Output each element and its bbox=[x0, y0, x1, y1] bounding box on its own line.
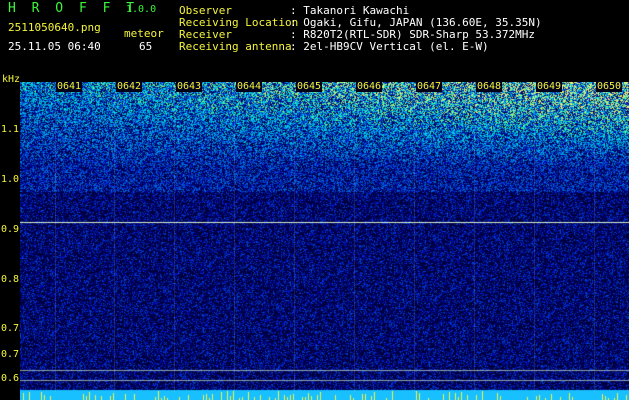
time-tick-label: 0646 bbox=[356, 81, 383, 92]
time-gridline bbox=[174, 92, 175, 392]
meteor-label: meteor bbox=[124, 27, 164, 40]
time-gridline bbox=[294, 92, 295, 392]
meteor-count: 65 bbox=[139, 40, 153, 53]
time-gridline bbox=[354, 92, 355, 392]
time-tick-label: 0643 bbox=[176, 81, 203, 92]
y-tick-label: 1.1 bbox=[1, 124, 20, 135]
app-version: 1.0.0 bbox=[126, 4, 157, 15]
time-tick-label: 0650 bbox=[596, 81, 623, 92]
y-tick-label: 0.9 bbox=[1, 224, 20, 235]
time-gridline bbox=[534, 92, 535, 392]
time-gridline bbox=[55, 92, 56, 392]
time-tick-label: 0644 bbox=[236, 81, 263, 92]
time-gridline bbox=[474, 92, 475, 392]
time-tick-label: 0649 bbox=[536, 81, 563, 92]
header-panel: H R O F F T 1.0.0 2511050640.png 25.11.0… bbox=[0, 0, 629, 78]
time-tick-label: 0645 bbox=[296, 81, 323, 92]
time-tick-label: 0641 bbox=[56, 81, 83, 92]
time-gridline bbox=[594, 92, 595, 392]
y-tick-label: 0.8 bbox=[1, 274, 20, 285]
date-time: 25.11.05 06:40 bbox=[8, 40, 101, 53]
time-tick-label: 0647 bbox=[416, 81, 443, 92]
y-tick-label: 0.7 bbox=[1, 349, 20, 360]
antenna-value: : 2el-HB9CV Vertical (el. E-W) bbox=[290, 40, 489, 53]
y-tick-label: 0.6 bbox=[1, 373, 20, 384]
time-gridline bbox=[114, 92, 115, 392]
y-axis-unit: kHz bbox=[2, 74, 21, 85]
time-gridline bbox=[234, 92, 235, 392]
time-tick-label: 0642 bbox=[116, 81, 143, 92]
app-brand: H R O F F T bbox=[8, 1, 139, 16]
antenna-label: Receiving antenna bbox=[179, 40, 292, 53]
y-tick-label: 1.0 bbox=[1, 174, 20, 185]
spectrogram-canvas bbox=[20, 82, 629, 400]
file-name: 2511050640.png bbox=[8, 21, 101, 34]
spectrogram-plot bbox=[20, 82, 629, 400]
time-gridline bbox=[414, 92, 415, 392]
time-tick-label: 0648 bbox=[476, 81, 503, 92]
